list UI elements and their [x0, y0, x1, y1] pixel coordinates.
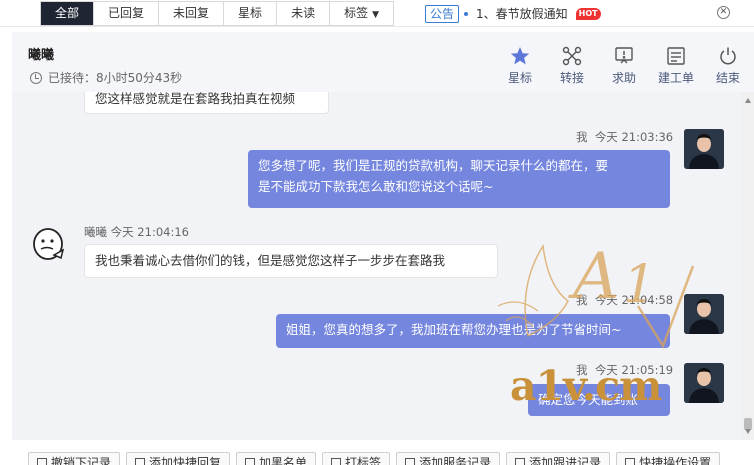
tab-unread[interactable]: 未读 [277, 2, 331, 25]
quick-action-settings-button[interactable]: 快捷操作设置 [616, 452, 721, 465]
power-icon [720, 47, 736, 65]
add-quick-reply-button[interactable]: 添加快捷回复 [126, 452, 231, 465]
announcement-tag: 公告 [425, 4, 460, 23]
record-icon [405, 458, 416, 465]
create-ticket-button[interactable]: 建工单 [650, 46, 702, 86]
filter-bar: 全部 已回复 未回复 星标 未读 标签 ▼ 公告 1、春节放假通知 HOT ✕ [0, 0, 754, 27]
document-icon [37, 458, 47, 465]
message-time: 今天 21:03:36 [594, 130, 674, 144]
message-meta: 我 今天 21:03:36 [576, 129, 673, 145]
bullet-icon [464, 11, 469, 16]
watermark-logo: A 1 [497, 240, 695, 349]
session-actions: 星标 转接 求助 建工单 结束 [494, 46, 754, 86]
help-button[interactable]: 求助 [598, 46, 650, 86]
chevron-down-icon: ▼ [372, 10, 380, 20]
svg-text:1: 1 [623, 255, 656, 315]
undo-record-label: 撤销下记录 [51, 456, 112, 465]
close-icon[interactable]: ✕ [717, 6, 730, 19]
message-text: 我也秉着诚心去借你们的钱，但是感觉您这样子一步步在套路我 [95, 253, 446, 268]
star-button[interactable]: 星标 [494, 46, 546, 86]
message-meta: 曦曦 今天 21:04:16 [84, 224, 189, 240]
message-time: 今天 21:04:16 [110, 225, 189, 239]
message-text: 您这样感觉就是在套路我拍真在视频 [95, 92, 296, 106]
tag-button[interactable]: 打标签 [322, 452, 391, 465]
customer-avatar[interactable] [30, 225, 70, 265]
transfer-button[interactable]: 转接 [546, 46, 598, 86]
end-session-button[interactable]: 结束 [702, 46, 754, 86]
scroll-up-icon[interactable] [745, 98, 751, 103]
customer-name: 曦曦 [28, 48, 55, 63]
blacklist-label: 加黑名单 [259, 456, 308, 465]
tag-icon [331, 458, 342, 465]
agent-avatar[interactable] [684, 129, 724, 169]
star-button-label: 星标 [507, 71, 532, 85]
settings-icon [625, 458, 636, 465]
add-quick-reply-label: 添加快捷回复 [149, 456, 222, 465]
message-bubble: 我也秉着诚心去借你们的钱，但是感觉您这样子一步步在套路我 [84, 244, 498, 278]
sender-name: 我 [576, 130, 588, 144]
help-button-label: 求助 [611, 71, 636, 85]
add-followup-label: 添加跟进记录 [529, 456, 602, 465]
session-header: 曦曦 已接待：8小时50分43秒 星标 转接 求助 建工单 结束 [12, 32, 754, 92]
announcement[interactable]: 公告 1、春节放假通知 HOT [425, 4, 601, 23]
undo-record-button[interactable]: 撤销下记录 [28, 452, 121, 465]
tab-starred[interactable]: 星标 [224, 2, 278, 25]
tab-labels[interactable]: 标签 ▼ [330, 2, 393, 25]
tab-all[interactable]: 全部 [41, 2, 95, 25]
bottom-toolbar: 撤销下记录 添加快捷回复 加黑名单 打标签 添加服务记录 添加跟进记录 快捷操作… [0, 452, 754, 465]
tag-label: 打标签 [345, 456, 382, 465]
create-ticket-label: 建工单 [657, 71, 694, 85]
filter-tabs: 全部 已回复 未回复 星标 未读 标签 ▼ [40, 1, 395, 26]
chat-scrollbar[interactable] [742, 92, 754, 440]
message-bubble: 您这样感觉就是在套路我拍真在视频 [84, 92, 329, 114]
followup-icon [515, 458, 526, 465]
reception-timer-text: 已接待：8小时50分43秒 [48, 71, 183, 85]
ticket-icon [667, 47, 685, 65]
transfer-icon [562, 46, 582, 66]
add-service-record-button[interactable]: 添加服务记录 [396, 452, 501, 465]
tab-unreplied[interactable]: 未回复 [159, 2, 225, 25]
blacklist-button[interactable]: 加黑名单 [236, 452, 317, 465]
chat-icon [135, 458, 146, 465]
add-service-record-label: 添加服务记录 [419, 456, 492, 465]
scroll-down-icon[interactable] [745, 429, 751, 434]
reception-timer: 已接待：8小时50分43秒 [30, 69, 182, 86]
user-block-icon [245, 458, 256, 465]
tab-labels-text: 标签 [344, 6, 369, 20]
svg-text:A: A [568, 240, 619, 314]
clock-icon [30, 71, 42, 84]
watermark-text: a1v.cm [510, 362, 662, 410]
message-text: 是不能成功下款我怎么敢和您说这个话呢~ [258, 179, 494, 194]
add-followup-button[interactable]: 添加跟进记录 [506, 452, 611, 465]
hot-badge: HOT [575, 7, 601, 20]
star-icon [510, 47, 530, 65]
message-text: 您多想了呢，我们是正规的贷款机构，聊天记录什么的都在，要 [258, 158, 609, 173]
sender-name: 曦曦 [84, 225, 107, 239]
agent-avatar[interactable] [684, 363, 724, 403]
announcement-text[interactable]: 1、春节放假通知 [476, 5, 568, 22]
transfer-button-label: 转接 [559, 71, 584, 85]
quick-action-settings-label: 快捷操作设置 [639, 456, 712, 465]
end-session-label: 结束 [715, 71, 740, 85]
message-bubble: 您多想了呢，我们是正规的贷款机构，聊天记录什么的都在，要 是不能成功下款我怎么敢… [248, 150, 670, 208]
tab-replied[interactable]: 已回复 [94, 2, 160, 25]
help-icon [615, 47, 633, 64]
